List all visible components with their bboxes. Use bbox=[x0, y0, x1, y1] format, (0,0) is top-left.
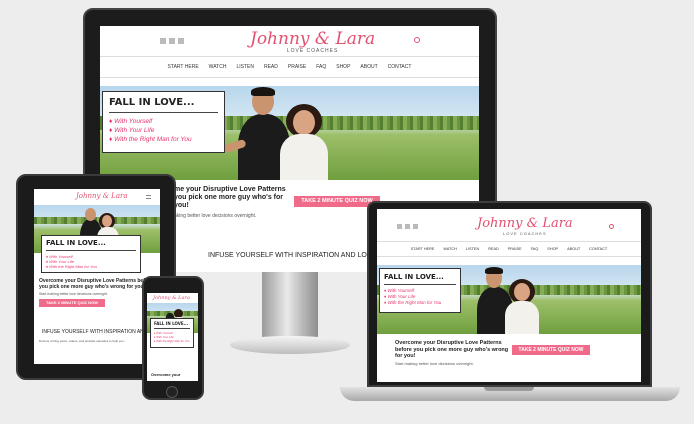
nav-praise[interactable]: PRAISE bbox=[508, 247, 522, 251]
logo-tagline: LOVE COACHES bbox=[503, 231, 547, 236]
hero-woman-head bbox=[102, 215, 112, 227]
hero-man-head bbox=[85, 208, 96, 221]
cta-headline: Overcome your bbox=[151, 372, 181, 377]
hero-banner: FALL IN LOVE... ♦ With Yourself ♦ With Y… bbox=[377, 265, 641, 334]
hero-item-label: With the Right Man for You bbox=[387, 300, 442, 305]
hero-item-label: With Your Life bbox=[114, 127, 155, 134]
hero-title: FALL IN LOVE... bbox=[46, 239, 106, 247]
hero-item-label: With the Right Man for You bbox=[49, 264, 97, 269]
nav-about[interactable]: ABOUT bbox=[360, 64, 377, 70]
hero-man-hair bbox=[251, 87, 275, 96]
hero-list: ♦ With Yourself ♦ With Your Life ♦ With … bbox=[154, 331, 190, 343]
nav-start-here[interactable]: START HERE bbox=[168, 64, 199, 70]
hero-item: ♦ With the Right Man for You bbox=[46, 264, 97, 269]
hero-list: ♦ With Yourself ♦ With Your Life ♦ With … bbox=[46, 254, 136, 269]
google-plus-icon[interactable] bbox=[413, 224, 418, 229]
hero-item: ♦ With Yourself bbox=[109, 118, 153, 125]
main-nav: START HERE WATCH LISTEN READ PRAISE FAQ … bbox=[100, 56, 479, 78]
google-plus-icon[interactable] bbox=[178, 38, 184, 44]
logo-text: Johnny & Lara bbox=[477, 216, 573, 231]
cta-headline: Overcome your Disruptive Love Patterns b… bbox=[39, 278, 153, 290]
hero-item: ♦ With the Right Man for You bbox=[154, 339, 190, 343]
monitor-base bbox=[230, 336, 350, 354]
nav-contact[interactable]: CONTACT bbox=[388, 64, 412, 70]
site-logo[interactable]: Johnny & Lara LOVE COACHES bbox=[477, 216, 573, 237]
cta-headline: Overcome your Disruptive Love Patterns b… bbox=[395, 340, 509, 359]
cta-subtext: aking better love decisions overnight. bbox=[174, 213, 257, 219]
nav-start-here[interactable]: START HERE bbox=[411, 247, 435, 251]
nav-listen[interactable]: LISTEN bbox=[466, 247, 479, 251]
hero-list: ♦ With Yourself ♦ With Your Life ♦ With … bbox=[384, 288, 456, 306]
site-logo[interactable]: Johnny & Lara bbox=[153, 295, 190, 301]
hero-title: FALL IN LOVE... bbox=[154, 321, 189, 326]
quiz-button[interactable]: TAKE 2 MINUTE QUIZ NOW bbox=[512, 345, 590, 355]
facebook-icon[interactable] bbox=[397, 224, 402, 229]
nav-contact[interactable]: CONTACT bbox=[589, 247, 607, 251]
nav-faq[interactable]: FAQ bbox=[316, 64, 326, 70]
nav-read[interactable]: READ bbox=[488, 247, 499, 251]
nav-faq[interactable]: FAQ bbox=[531, 247, 539, 251]
nav-about[interactable]: ABOUT bbox=[567, 247, 580, 251]
section-title: INFUSE YOURSELF WITH INSPIRATION AND LOV… bbox=[208, 252, 377, 259]
quiz-button[interactable]: TAKE 2 MINUTE QUIZ NOW bbox=[39, 299, 105, 307]
logo-text: Johnny & Lara bbox=[153, 295, 190, 301]
hero-woman-head bbox=[514, 283, 530, 301]
nav-shop[interactable]: SHOP bbox=[547, 247, 558, 251]
hero-item: ♦ With Your Life bbox=[109, 127, 155, 134]
logo-text: Johnny & Lara bbox=[76, 192, 128, 200]
laptop-site: Johnny & Lara LOVE COACHES START HERE WA… bbox=[377, 209, 641, 382]
site-logo[interactable]: Johnny & Lara LOVE COACHES bbox=[250, 30, 375, 54]
social-icons bbox=[397, 224, 418, 229]
laptop-notch bbox=[484, 387, 534, 391]
hero-title: FALL IN LOVE... bbox=[384, 273, 444, 281]
hero-item-label: With Yourself bbox=[114, 118, 153, 125]
section-title: INFUSE YOURSELF WITH INSPIRATION AND LO bbox=[42, 329, 156, 335]
hero-man-hair bbox=[485, 267, 503, 274]
section-subtext: Dozens of blog posts, videos, and podcas… bbox=[39, 339, 127, 343]
hero-list: ♦ With Yourself ♦ With Your Life ♦ With … bbox=[109, 117, 218, 144]
hero-woman-body bbox=[280, 134, 328, 180]
hero-item-label: With the Right Man for You bbox=[114, 136, 192, 143]
hero-divider bbox=[109, 112, 218, 113]
hero-fall-box: FALL IN LOVE... ♦ With Yourself ♦ With Y… bbox=[102, 91, 225, 153]
hero-item-label: With Your Life bbox=[387, 294, 416, 299]
nav-read[interactable]: READ bbox=[264, 64, 278, 70]
hero-divider bbox=[154, 328, 190, 329]
nav-praise[interactable]: PRAISE bbox=[288, 64, 306, 70]
social-icons bbox=[160, 38, 184, 44]
hero-item: ♦ With the Right Man for You bbox=[384, 300, 442, 305]
nav-listen[interactable]: LISTEN bbox=[236, 64, 254, 70]
cta-subtext: Start making better love decisions overn… bbox=[39, 292, 108, 296]
hero-fall-box: FALL IN LOVE... ♦ With Yourself ♦ With Y… bbox=[379, 268, 461, 313]
search-icon[interactable] bbox=[414, 37, 420, 43]
nav-watch[interactable]: WATCH bbox=[209, 64, 227, 70]
hero-divider bbox=[46, 250, 136, 251]
hero-woman-head bbox=[293, 110, 315, 135]
hero-woman-body bbox=[505, 301, 539, 334]
hero-fall-box: FALL IN LOVE... ♦ With Yourself ♦ With Y… bbox=[150, 318, 194, 348]
menu-icon[interactable] bbox=[146, 195, 151, 199]
hero-item-label: With Yourself bbox=[387, 288, 414, 293]
facebook-icon[interactable] bbox=[160, 38, 166, 44]
cta-headline: me your Disruptive Love Patterns you pic… bbox=[174, 186, 286, 209]
monitor-stand bbox=[262, 268, 318, 338]
hero-item: ♦ With the Right Man for You bbox=[109, 136, 192, 143]
phone-home-button[interactable] bbox=[166, 386, 178, 398]
nav-watch[interactable]: WATCH bbox=[443, 247, 457, 251]
cta-subtext: Start making better love decisions overn… bbox=[395, 361, 474, 366]
hero-fall-box: FALL IN LOVE... ♦ With Yourself ♦ With Y… bbox=[41, 235, 141, 273]
hero-title: FALL IN LOVE... bbox=[109, 97, 195, 108]
nav-shop[interactable]: SHOP bbox=[336, 64, 350, 70]
search-icon[interactable] bbox=[609, 224, 614, 229]
hero-item-label: With the Right Man for You bbox=[156, 339, 190, 343]
phone-site: Johnny & Lara FALL IN LOVE... ♦ With You… bbox=[147, 293, 198, 381]
hero-banner: FALL IN LOVE... ♦ With Yourself ♦ With Y… bbox=[100, 86, 479, 180]
main-nav: START HERE WATCH LISTEN READ PRAISE FAQ … bbox=[377, 241, 641, 257]
hero-divider bbox=[384, 284, 456, 285]
youtube-icon[interactable] bbox=[169, 38, 175, 44]
youtube-icon[interactable] bbox=[405, 224, 410, 229]
logo-text: Johnny & Lara bbox=[250, 29, 376, 49]
site-logo[interactable]: Johnny & Lara bbox=[76, 192, 128, 200]
